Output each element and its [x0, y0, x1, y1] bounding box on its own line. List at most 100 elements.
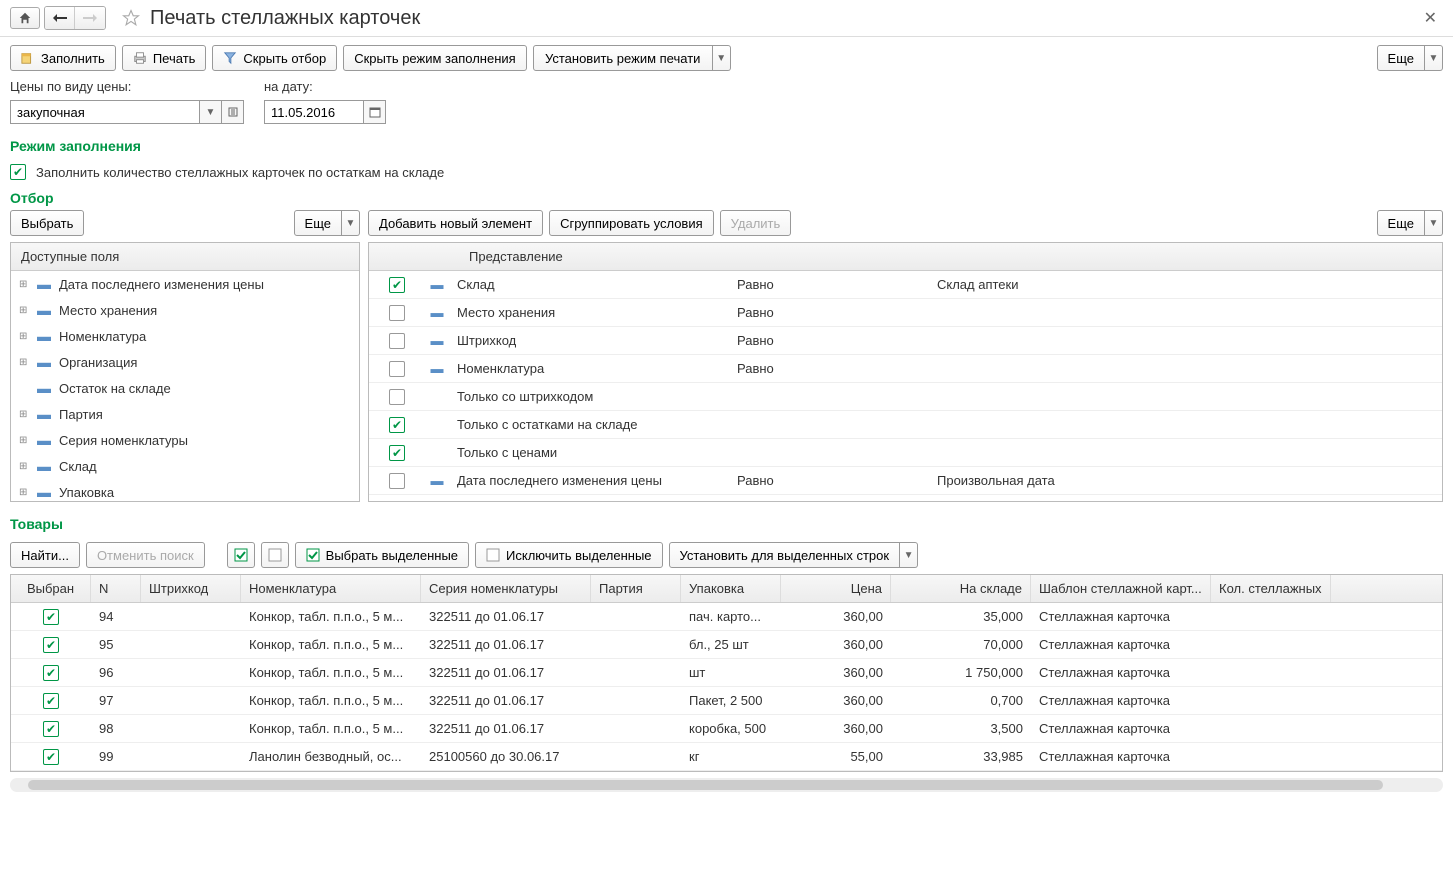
row-checkbox[interactable]: ✔ — [43, 693, 59, 709]
close-button[interactable]: ✕ — [1418, 8, 1443, 28]
horizontal-scrollbar[interactable] — [10, 778, 1443, 792]
more-split: Еще ▼ — [1377, 45, 1443, 71]
print-button[interactable]: Печать — [122, 45, 207, 71]
favorite-icon[interactable] — [120, 7, 142, 29]
row-checkbox[interactable]: ✔ — [43, 609, 59, 625]
filter-row[interactable]: ▬ Штрихкод Равно — [369, 327, 1442, 355]
expand-icon[interactable]: ⊞ — [19, 331, 29, 342]
goods-row[interactable]: ✔ 97 Конкор, табл. п.п.о., 5 м... 322511… — [11, 687, 1442, 715]
row-checkbox[interactable]: ✔ — [43, 749, 59, 765]
tree-item[interactable]: ⊞▬Номенклатура — [11, 323, 359, 349]
filter-delete-button[interactable]: Удалить — [720, 210, 792, 236]
set-for-marked-drop[interactable]: ▼ — [900, 542, 918, 568]
check-all-icon[interactable] — [227, 542, 255, 568]
available-fields-body[interactable]: ⊞▬Дата последнего изменения цены⊞▬Место … — [11, 271, 359, 499]
filter-row[interactable]: Только со штрихкодом — [369, 383, 1442, 411]
col-stock[interactable]: На складе — [891, 575, 1031, 602]
expand-icon[interactable]: ⊞ — [19, 305, 29, 316]
col-count[interactable]: Кол. стеллажных — [1211, 575, 1331, 602]
cell-package: бл., 25 шт — [681, 633, 781, 656]
tree-item[interactable]: ⊞▬Место хранения — [11, 297, 359, 323]
filter-left-more-drop[interactable]: ▼ — [342, 210, 360, 236]
more-button[interactable]: Еще — [1377, 45, 1425, 71]
more-drop[interactable]: ▼ — [1425, 45, 1443, 71]
goods-cancel-find-button[interactable]: Отменить поиск — [86, 542, 205, 568]
filter-right-more-split: Еще ▼ — [1377, 210, 1443, 236]
cell-template: Стеллажная карточка — [1031, 717, 1211, 740]
date-input[interactable] — [264, 100, 364, 124]
col-barcode[interactable]: Штрихкод — [141, 575, 241, 602]
set-for-marked-button[interactable]: Установить для выделенных строк — [669, 542, 901, 568]
set-print-mode-button[interactable]: Установить режим печати — [533, 45, 713, 71]
tree-item[interactable]: ⊞▬Партия — [11, 401, 359, 427]
tree-item[interactable]: ⊞▬Серия номенклатуры — [11, 427, 359, 453]
filter-row[interactable]: ▬ Номенклатура Равно — [369, 355, 1442, 383]
date-picker-icon[interactable] — [364, 100, 386, 124]
filter-row-checkbox[interactable] — [389, 305, 405, 321]
tree-item[interactable]: ⊞▬Упаковка — [11, 479, 359, 499]
filter-row-checkbox[interactable]: ✔ — [389, 445, 405, 461]
col-party[interactable]: Партия — [591, 575, 681, 602]
filter-row-checkbox[interactable]: ✔ — [389, 277, 405, 293]
expand-icon[interactable]: ⊞ — [19, 357, 29, 368]
forward-button[interactable] — [75, 7, 105, 29]
goods-row[interactable]: ✔ 98 Конкор, табл. п.п.о., 5 м... 322511… — [11, 715, 1442, 743]
filter-add-label: Добавить новый элемент — [379, 216, 532, 231]
home-button[interactable] — [10, 7, 40, 29]
expand-icon[interactable]: ⊞ — [19, 279, 29, 290]
filter-row-checkbox[interactable] — [389, 389, 405, 405]
filter-right-more-drop[interactable]: ▼ — [1425, 210, 1443, 236]
filter-row[interactable]: ▬ Место хранения Равно — [369, 299, 1442, 327]
goods-row[interactable]: ✔ 94 Конкор, табл. п.п.о., 5 м... 322511… — [11, 603, 1442, 631]
filter-right-more-button[interactable]: Еще — [1377, 210, 1425, 236]
col-series[interactable]: Серия номенклатуры — [421, 575, 591, 602]
price-type-input[interactable] — [10, 100, 200, 124]
filter-row-checkbox[interactable] — [389, 333, 405, 349]
filter-row-checkbox[interactable] — [389, 361, 405, 377]
fill-button[interactable]: Заполнить — [10, 45, 116, 71]
price-type-open[interactable] — [222, 100, 244, 124]
expand-icon[interactable]: ⊞ — [19, 461, 29, 472]
filter-select-button[interactable]: Выбрать — [10, 210, 84, 236]
col-selected[interactable]: Выбран — [11, 575, 91, 602]
filter-row[interactable]: ✔ Только с ценами — [369, 439, 1442, 467]
field-icon: ▬ — [37, 354, 51, 370]
goods-row[interactable]: ✔ 99 Ланолин безводный, ос... 25100560 д… — [11, 743, 1442, 771]
goods-find-button[interactable]: Найти... — [10, 542, 80, 568]
row-checkbox[interactable]: ✔ — [43, 721, 59, 737]
set-print-mode-drop[interactable]: ▼ — [713, 45, 731, 71]
row-checkbox[interactable]: ✔ — [43, 665, 59, 681]
filter-row[interactable]: ✔ Только с остатками на складе — [369, 411, 1442, 439]
filter-row[interactable]: ▬ Дата последнего изменения цены Равно П… — [369, 467, 1442, 495]
expand-icon[interactable]: ⊞ — [19, 435, 29, 446]
row-checkbox[interactable]: ✔ — [43, 637, 59, 653]
expand-icon[interactable]: ⊞ — [19, 409, 29, 420]
cell-stock: 33,985 — [891, 745, 1031, 768]
filter-row[interactable]: ✔ ▬ Склад Равно Склад аптеки — [369, 271, 1442, 299]
tree-item[interactable]: ⊞▬Склад — [11, 453, 359, 479]
hide-filter-button[interactable]: Скрыть отбор — [212, 45, 337, 71]
col-template[interactable]: Шаблон стеллажной карт... — [1031, 575, 1211, 602]
filter-left-more-button[interactable]: Еще — [294, 210, 342, 236]
exclude-marked-button[interactable]: Исключить выделенные — [475, 542, 662, 568]
fill-mode-checkbox[interactable]: ✔ — [10, 164, 26, 180]
filter-group-button[interactable]: Сгруппировать условия — [549, 210, 714, 236]
col-price[interactable]: Цена — [781, 575, 891, 602]
tree-item[interactable]: ⊞▬Дата последнего изменения цены — [11, 271, 359, 297]
col-n[interactable]: N — [91, 575, 141, 602]
uncheck-all-icon[interactable] — [261, 542, 289, 568]
col-package[interactable]: Упаковка — [681, 575, 781, 602]
select-marked-button[interactable]: Выбрать выделенные — [295, 542, 469, 568]
col-nomenclature[interactable]: Номенклатура — [241, 575, 421, 602]
price-type-drop[interactable]: ▼ — [200, 100, 222, 124]
expand-icon[interactable]: ⊞ — [19, 487, 29, 498]
back-button[interactable] — [45, 7, 75, 29]
filter-row-checkbox[interactable]: ✔ — [389, 417, 405, 433]
hide-fill-mode-button[interactable]: Скрыть режим заполнения — [343, 45, 526, 71]
goods-row[interactable]: ✔ 96 Конкор, табл. п.п.о., 5 м... 322511… — [11, 659, 1442, 687]
filter-row-checkbox[interactable] — [389, 473, 405, 489]
filter-add-button[interactable]: Добавить новый элемент — [368, 210, 543, 236]
tree-item[interactable]: ▬Остаток на складе — [11, 375, 359, 401]
tree-item[interactable]: ⊞▬Организация — [11, 349, 359, 375]
goods-row[interactable]: ✔ 95 Конкор, табл. п.п.о., 5 м... 322511… — [11, 631, 1442, 659]
